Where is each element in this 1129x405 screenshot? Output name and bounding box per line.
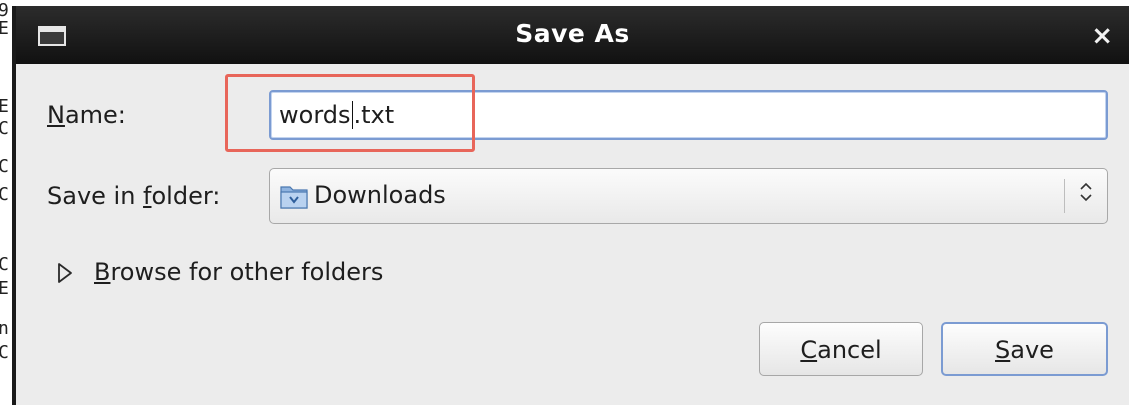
background-text: C — [0, 254, 9, 275]
save-in-folder-combo[interactable]: Downloads — [269, 168, 1108, 224]
folder-value: Downloads — [314, 181, 446, 209]
folder-icon — [280, 186, 308, 209]
updown-arrows-icon[interactable] — [1077, 181, 1095, 205]
cancel-text: ancel — [817, 336, 882, 364]
browse-text: rowse for other folders — [110, 258, 384, 286]
close-icon[interactable]: × — [1091, 21, 1113, 51]
background-text: E — [0, 96, 9, 117]
text-cursor — [351, 101, 353, 129]
background-text: E — [0, 278, 9, 299]
background-text: n — [0, 318, 9, 339]
save-in-folder-label: Save in folder: — [47, 182, 220, 210]
folder-label-prefix: Save in — [47, 182, 144, 210]
cancel-mnemonic: C — [800, 336, 818, 364]
name-label-mnemonic: N — [47, 101, 65, 129]
folder-label-text: older: — [151, 182, 221, 210]
save-text: ave — [1010, 336, 1054, 364]
save-mnemonic: S — [995, 336, 1011, 364]
background-text: C — [0, 156, 9, 177]
background-text: C — [0, 118, 9, 139]
dialog-title: Save As — [515, 19, 630, 48]
browse-folders-label[interactable]: Browse for other folders — [94, 258, 383, 286]
title-bar[interactable]: Save As × — [16, 6, 1129, 64]
file-name-text-before-cursor: words — [279, 101, 351, 129]
background-text: E — [0, 18, 9, 39]
file-name-text-after-cursor: .txt — [353, 101, 395, 129]
cancel-button[interactable]: Cancel — [759, 322, 923, 376]
file-name-input[interactable]: words .txt — [269, 90, 1108, 140]
save-as-dialog: Save As × Name: words .txt Save in folder… — [12, 6, 1129, 405]
folder-label-mnemonic: f — [143, 182, 152, 210]
combo-separator — [1064, 179, 1065, 213]
triangle-right-icon[interactable] — [56, 261, 74, 285]
name-label-text: ame: — [64, 101, 126, 129]
name-label: Name: — [47, 101, 126, 129]
background-text: C — [0, 184, 9, 205]
background-text: C — [0, 342, 9, 363]
browse-mnemonic: B — [94, 258, 111, 286]
save-button[interactable]: Save — [941, 322, 1108, 376]
